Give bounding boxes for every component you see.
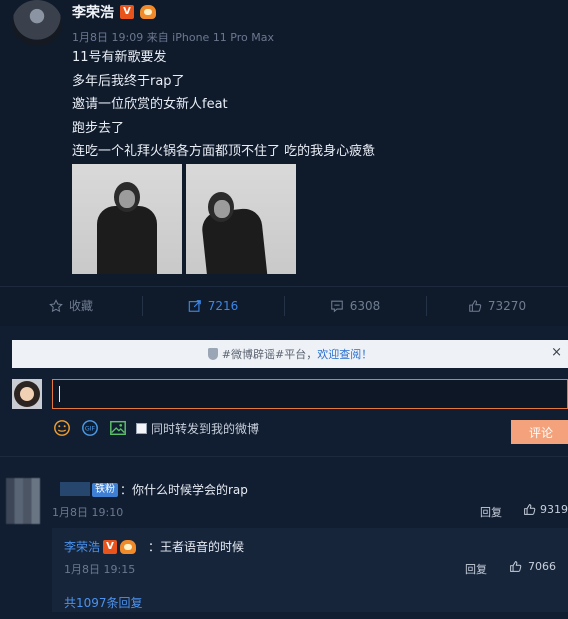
emoji-icon[interactable] (52, 418, 72, 438)
favorite-label: 收藏 (68, 299, 93, 313)
forward-checkbox[interactable] (136, 422, 147, 434)
composer-toolbar: GIF 同时转发到我的微博 (52, 418, 259, 438)
star-icon (49, 298, 63, 312)
my-avatar (12, 379, 42, 409)
repost-icon (188, 299, 201, 312)
forward-option[interactable]: 同时转发到我的微博 (136, 420, 259, 437)
reply-like-button[interactable]: 7066 (509, 560, 556, 573)
thumbs-up-icon (510, 561, 522, 572)
post-body: 11号有新歌要发 多年后我终于rap了 邀请一位欣赏的女新人feat 跑步去了 … (72, 46, 375, 164)
comment-section: #微博辟谣#平台， 欢迎查阅！ × GIF 同时转发到我的微博 评论 铁粉 ：你… (0, 326, 568, 619)
gif-icon[interactable]: GIF (80, 418, 100, 438)
like-count: 73270 (487, 298, 527, 313)
reply-like-count: 7066 (528, 560, 556, 573)
text-caret (59, 386, 60, 402)
commenter-avatar[interactable] (6, 478, 40, 524)
verified-badge-icon: V (120, 5, 134, 19)
repost-button[interactable]: 7216 (142, 287, 284, 324)
author-avatar[interactable] (12, 0, 62, 46)
verified-badge-icon: V (103, 539, 118, 554)
thumbs-up-icon (524, 504, 536, 515)
divider (0, 456, 568, 457)
member-crown-icon (140, 5, 156, 19)
post-line: 邀请一位欣赏的女新人feat (72, 97, 228, 113)
reply-author[interactable]: 李荣浩 V (64, 538, 137, 555)
view-all-replies-link[interactable]: 共1097条回复 (64, 594, 143, 611)
notice-link[interactable]: 欢迎查阅！ (317, 346, 372, 362)
post-line: 跑步去了 (72, 120, 125, 136)
post-photo-1[interactable] (72, 164, 182, 274)
author-name[interactable]: 李荣浩 (72, 2, 114, 22)
image-icon[interactable] (108, 418, 128, 438)
thumbs-up-icon (469, 299, 482, 312)
reply-author-name[interactable]: 李荣浩 (64, 538, 100, 555)
post-line: 11号有新歌要发 (72, 50, 167, 65)
rumor-notice-banner: #微博辟谣#平台， 欢迎查阅！ × (12, 340, 568, 368)
comment-like-count: 9319 (540, 503, 568, 516)
post-photo-2[interactable] (186, 164, 296, 274)
comment-count: 6308 (349, 298, 381, 313)
comment-reply-button[interactable]: 回复 (480, 504, 502, 520)
forward-label: 同时转发到我的微博 (151, 421, 260, 436)
post-author[interactable]: 李荣浩 V (72, 2, 156, 22)
photo-figure (97, 206, 157, 274)
comment-time: 1月8日 19:10 (52, 506, 124, 519)
comment-icon (330, 300, 343, 312)
reply-thread: 李荣浩 V ：王者语音的时候 1月8日 19:15 回复 7066 共1097条… (52, 528, 568, 612)
repost-count: 7216 (207, 298, 239, 313)
reply-text: ：王者语音的时候 (148, 540, 245, 554)
member-crown-icon (120, 539, 137, 554)
favorite-button[interactable]: 收藏 (0, 287, 142, 324)
shield-icon (207, 348, 218, 360)
submit-comment-button[interactable]: 评论 (511, 420, 568, 444)
comment-like-button[interactable]: 9319 (523, 503, 568, 516)
reply-reply-button[interactable]: 回复 (465, 561, 487, 577)
avatar-face (20, 387, 34, 401)
comment-text: ：你什么时候学会的rap (120, 483, 248, 497)
close-icon[interactable]: × (551, 345, 562, 360)
fan-badge: 铁粉 (92, 483, 118, 497)
post-meta: 1月8日 19:09 来自 iPhone 11 Pro Max (72, 31, 274, 44)
notice-text: #微博辟谣#平台， (221, 348, 318, 361)
post-line: 连吃一个礼拜火锅各方面都顶不住了 吃的我身心疲惫 (72, 144, 376, 160)
commenter-name[interactable] (60, 482, 90, 496)
post-line: 多年后我终于rap了 (72, 73, 185, 89)
photo-face (119, 190, 135, 208)
svg-text:GIF: GIF (85, 426, 96, 433)
post-action-bar: 收藏 7216 6308 73270 (0, 286, 568, 324)
photo-face (214, 200, 230, 218)
comment-button[interactable]: 6308 (284, 287, 426, 324)
comment-input[interactable] (52, 379, 568, 409)
like-button[interactable]: 73270 (426, 287, 568, 324)
reply-time: 1月8日 19:15 (64, 563, 136, 576)
